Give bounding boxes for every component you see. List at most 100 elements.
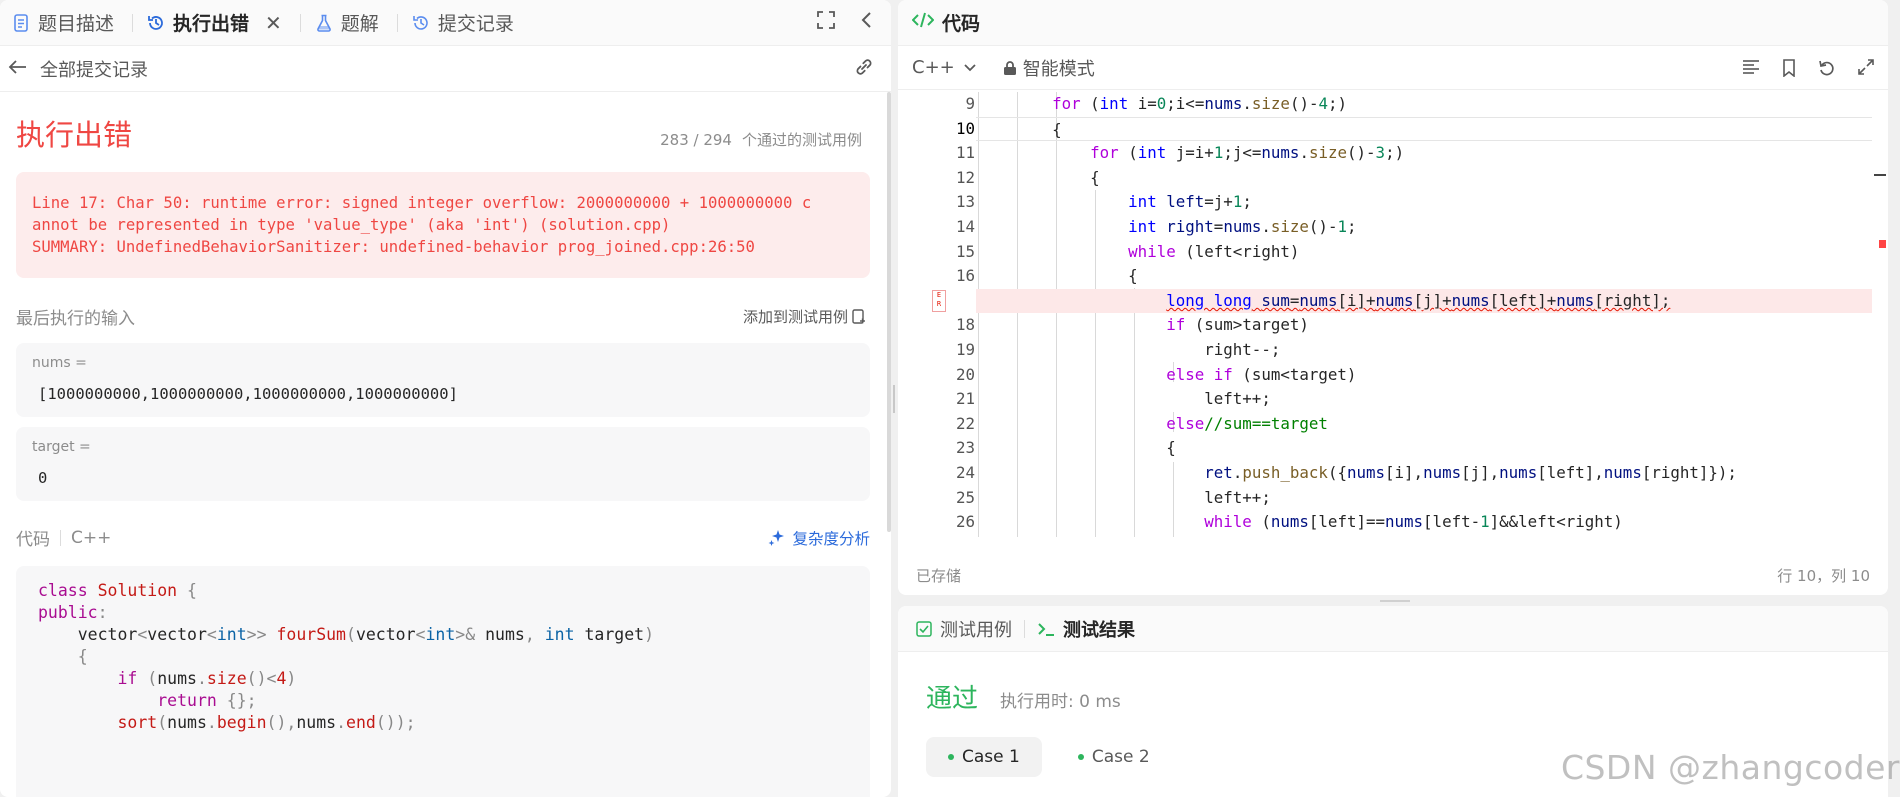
left-tab-actions [817, 11, 891, 34]
code-line: ret.push_back({nums[i],nums[j],nums[left… [1204, 463, 1737, 482]
divider [1024, 619, 1025, 638]
case-label: Case 1 [962, 747, 1020, 767]
test-tabbar: 测试用例 测试结果 [898, 606, 1888, 652]
left-panel: 题目描述 执行出错 ✕ 题解 提交记录 全部提交记录 执行出错 283 / 29… [0, 0, 891, 797]
code-line: right--; [976, 340, 1281, 359]
left-scrollbar[interactable] [887, 92, 891, 532]
code-lines[interactable]: for (int i=0;i<=nums.size()-4;) { for (i… [976, 92, 1872, 537]
reset-icon[interactable] [1818, 59, 1836, 77]
input-param: target = 0 [16, 427, 870, 501]
back-arrow-icon[interactable] [8, 56, 28, 81]
tab-testcases[interactable]: 测试用例 [916, 616, 1012, 642]
editor-footer: 已存储 行 10，列 10 [898, 555, 1888, 595]
line-number: 22 [955, 413, 975, 433]
tab-results-label: 测试结果 [1063, 619, 1135, 641]
tab-test-results[interactable]: 测试结果 [1037, 616, 1135, 642]
code-line: { [77, 647, 88, 666]
error-line: SUMMARY: UndefinedBehaviorSanitizer: und… [32, 238, 755, 256]
code-line: { [976, 116, 1872, 142]
code-line: while (left<right) [1128, 241, 1300, 261]
code-lang: C++ [71, 527, 112, 548]
test-result-summary: 通过 执行用时: 0 ms [926, 678, 1888, 715]
editor-header: 代码 [898, 0, 1888, 46]
expand-icon[interactable] [1858, 58, 1874, 75]
pass-dot-icon [948, 754, 954, 760]
close-icon[interactable]: ✕ [265, 11, 282, 35]
param-name: target = [32, 439, 91, 455]
code-line: int left=j+1; [1128, 192, 1252, 212]
code-line: { [976, 266, 1138, 286]
line-number: 16 [955, 266, 975, 286]
line-number: 12 [955, 167, 975, 187]
left-tabbar: 题目描述 执行出错 ✕ 题解 提交记录 [0, 0, 891, 46]
code-line: for (int i=0;i<=nums.size()-4;) [1052, 94, 1348, 113]
code-editor[interactable]: 9 10 11 12 13 14 15 16 ER 18 19 20 21 22… [898, 92, 1888, 537]
case-tab[interactable]: Case 1 [926, 737, 1042, 777]
code-line: if (nums.size()<4) [117, 669, 297, 688]
submission-detail: 执行出错 283 / 294 个通过的测试用例 Line 17: Char 50:… [0, 92, 886, 797]
add-to-testcase-button[interactable]: 添加到测试用例 [743, 306, 870, 327]
code-line: public: [38, 603, 108, 622]
code-line: { [976, 167, 1100, 187]
code-line: if (sum>target) [1166, 315, 1309, 335]
error-marker-icon[interactable]: ER [932, 290, 946, 312]
line-number: 23 [955, 438, 975, 458]
minimap-error-marker [1879, 240, 1886, 248]
minimap-marker [1874, 174, 1886, 176]
tab-label: 提交记录 [437, 13, 514, 35]
collapse-icon[interactable] [861, 11, 873, 34]
runtime: 执行用时: 0 ms [1000, 692, 1121, 712]
chevron-down-icon [964, 63, 976, 71]
param-value: 0 [38, 469, 48, 487]
line-number: 13 [955, 192, 975, 212]
tab-solutions[interactable]: 题解 [315, 0, 412, 46]
add-file-icon [852, 308, 865, 324]
language-select[interactable]: C++ [912, 57, 977, 78]
mode-label: 智能模式 [1022, 58, 1095, 80]
tab-label: 执行出错 [173, 13, 250, 35]
tab-divider [396, 13, 398, 32]
code-line: for (int j=i+1;j<=nums.size()-3;) [1090, 143, 1405, 163]
code-line: return {}; [157, 691, 257, 710]
tab-error[interactable]: 执行出错 ✕ [147, 0, 315, 46]
case-label: Case 2 [1091, 747, 1150, 767]
complexity-label: 复杂度分析 [792, 529, 870, 548]
tab-label: 题目描述 [38, 13, 115, 35]
code-title: 代码 [16, 530, 50, 550]
code-header: 代码 C++ 复杂度分析 [16, 525, 870, 551]
error-code-line: long long sum=nums[i]+nums[j]+nums[left]… [976, 288, 1872, 314]
code-line: vector<vector<int>> fourSum(vector<int>&… [38, 625, 655, 644]
last-input-header: 最后执行的输入 添加到测试用例 [16, 304, 870, 329]
tab-submissions[interactable]: 提交记录 [412, 0, 528, 46]
smart-mode-toggle[interactable]: 智能模式 [1003, 55, 1095, 81]
tab-description[interactable]: 题目描述 [12, 0, 147, 46]
divider [60, 529, 61, 546]
share-link-icon[interactable] [853, 57, 875, 81]
complexity-analysis-button[interactable]: 复杂度分析 [768, 527, 870, 549]
app: 题目描述 执行出错 ✕ 题解 提交记录 全部提交记录 执行出错 283 / 29… [0, 0, 1900, 797]
line-number: 15 [955, 241, 975, 261]
history-icon [147, 13, 165, 33]
fullscreen-icon[interactable] [817, 11, 835, 34]
lock-icon [1003, 60, 1016, 75]
all-submissions-link[interactable]: 全部提交记录 [40, 56, 148, 82]
horizontal-resize-handle[interactable] [1380, 600, 1410, 602]
code-line: { [976, 438, 1176, 458]
passed-suffix: 个通过的测试用例 [741, 131, 862, 149]
line-number: 14 [955, 217, 975, 236]
bookmark-icon[interactable] [1782, 58, 1796, 77]
line-number: 10 [955, 118, 975, 138]
format-icon[interactable] [1742, 59, 1760, 75]
tab-divider [299, 13, 301, 32]
last-input-title: 最后执行的输入 [16, 309, 135, 329]
submitted-code: class Solution { public: vector<vector<i… [16, 566, 870, 797]
vertical-resize-handle[interactable] [893, 385, 895, 413]
code-line: left++; [976, 487, 1271, 507]
flask-icon [315, 13, 333, 33]
code-line: sort(nums.begin(),nums.end()); [117, 713, 416, 732]
language-value: C++ [912, 57, 955, 78]
editor-tools [1742, 58, 1874, 77]
param-name: nums = [32, 355, 87, 371]
line-number: 25 [955, 487, 975, 507]
case-tab[interactable]: Case 2 [1056, 737, 1172, 777]
